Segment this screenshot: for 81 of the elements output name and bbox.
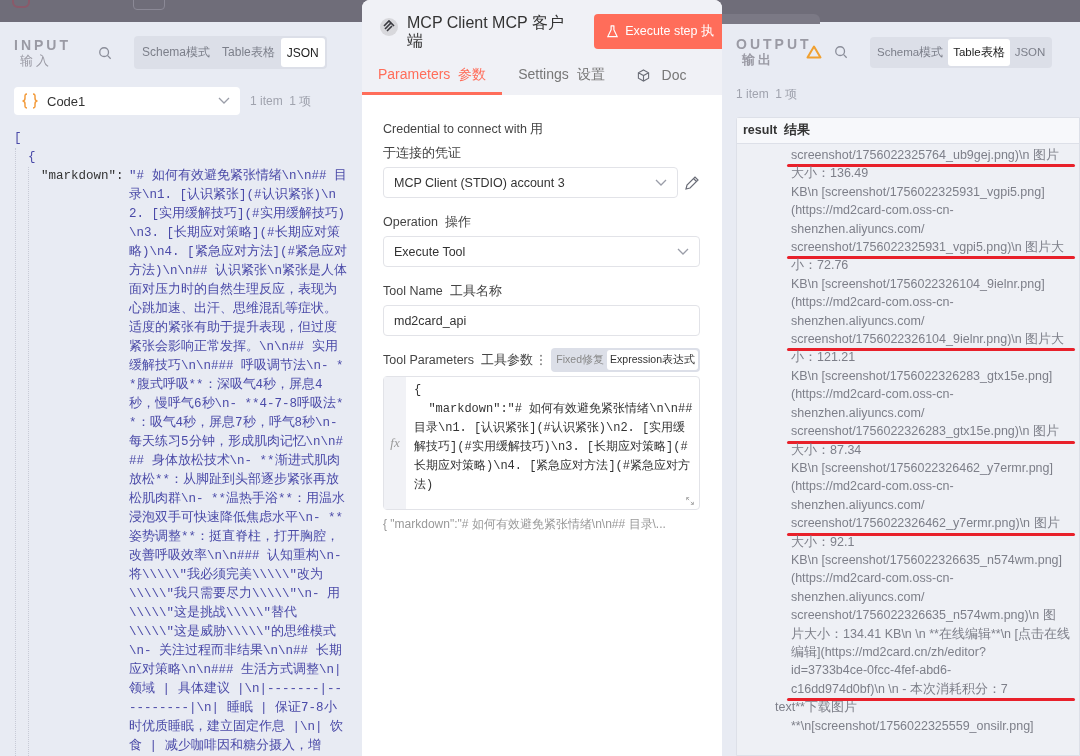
more-options-icon[interactable] — [539, 354, 544, 366]
result-text-line: id=3733b4ce-0fcc-4fef-abd6- — [791, 662, 952, 680]
result-text-line: KB\n [screenshot/1756022325931_vgpi5.png] — [791, 183, 1045, 201]
result-text-line: screenshot/1756022326635_n574wm.png)\n 图 — [791, 607, 1056, 625]
flask-icon — [606, 25, 620, 38]
result-text-line: (https://md2card-com.oss-cn- — [791, 294, 954, 312]
column-header: result 结果 — [743, 123, 810, 137]
node-tab[interactable]: Parameters 参数 — [362, 62, 503, 95]
node-tab[interactable]: Doc — [620, 62, 703, 95]
result-text-line: screenshot/1756022326283_gtx15e.png)\n 图片 — [791, 423, 1059, 441]
search-icon[interactable] — [834, 45, 848, 59]
node-tab[interactable]: Settings 设置 — [502, 62, 621, 95]
search-icon[interactable] — [98, 45, 112, 60]
cube-icon — [636, 68, 650, 82]
result-text-line: (https://md2card-com.oss-cn- — [791, 478, 954, 496]
view-tab[interactable]: Schema模式 — [136, 38, 217, 67]
panel-title: OUTPUT — [736, 36, 813, 52]
json-key: "markdown": — [41, 167, 129, 186]
result-text-line: (https://md2card-com.oss-cn- — [791, 386, 954, 404]
field-label: Tool Name 工具名称 — [383, 283, 503, 300]
code-line: { — [414, 382, 423, 399]
result-text-line: 大小：87.34 — [791, 441, 862, 459]
chevron-down-icon — [677, 247, 689, 256]
result-text-line: screenshot/1756022326104_9ielnr.png)\n 图片大 — [791, 331, 1065, 349]
field-label: Operation 操作 — [383, 214, 472, 231]
result-text-line: KB\n [screenshot/1756022326462_y7ermr.png] — [791, 459, 1053, 477]
result-key: text**下载图片 — [775, 698, 1079, 717]
view-tab[interactable]: JSON — [280, 38, 325, 67]
execute-step-button[interactable]: Execute step 执 — [594, 14, 722, 49]
view-tab[interactable]: Schema模式 — [872, 38, 949, 66]
json-bracket: [ — [14, 130, 22, 147]
result-text-line: shenzhen.aliyuncs.com/ — [791, 496, 925, 514]
view-tab[interactable]: JSON — [1009, 38, 1051, 66]
result-text-line: screenshot/1756022325931_vgpi5.png)\n 图片大 — [791, 239, 1065, 257]
node-title: MCP Client MCP 客户端 — [407, 14, 565, 50]
expression-marker: fx — [390, 435, 400, 451]
result-text-line: **\n[screenshot/1756022325559_onsilr.png] — [791, 717, 1035, 735]
result-text-line: shenzhen.aliyuncs.com/ — [791, 404, 925, 422]
json-brace: { — [28, 149, 36, 166]
pencil-icon[interactable] — [684, 174, 700, 191]
result-text-line: shenzhen.aliyuncs.com/ — [791, 588, 925, 606]
mode-tab[interactable]: Expression表达式 — [607, 350, 698, 370]
json-value: "# 如何有效避免紧张情绪\n\n## 目录\n1. [认识紧张](#认识紧张)\n2. [实用缓解技巧](#实用缓解技巧)\n3. [长期应对策略](#长期应对策略)\n4. [紧急应对方法](#紧急应对方法)\n\n## 认识紧张\n紧张是人体面对压力时的自然生理反应，表现为心跳加速、出汗、思维混乱等症状。适度的紧张有助于提升表现，但过度紧张会影响正常发挥。\n\n## 实用缓解技巧\n\n### 呼吸调节法\n- **腹式呼吸**：深吸气4秒，屏息4秒，慢呼气6秒\n- **4-7-8呼吸法**：吸气4秒，屏息7秒，呼气8秒\n- 每天练习5分钟，形成肌肉记忆\n\n### 身体放松技术\n- **渐进式肌肉放松**：从脚趾到头部逐步紧张再放松肌肉群\n- **温热手浴**：用温水浸泡双手可快速降低焦虑水平\n- **姿势调整**：挺直脊柱，打开胸腔，改善呼吸效率\n\n### 认知重构\n- 将\\\\\"我必须完美\\\\\"改为\\\\\"我只需要尽力\\\\\"\n- 用\\\\\"这是挑战\\\\\"替代\\\\\"这是威胁\\\\\"的思维模式\n- 关注过程而非结果\n\n## 长期应对策略\n\n### 生活方式调整\n| 领域 | 具体建议 |\n|-------|----------|\n| 睡眠 | 保证7-8小时优质睡眠，建立固定作息 |\n| 饮食 | 减少咖啡因和糖分摄入，增 — [129, 167, 348, 755]
result-text-line: KB\n [screenshot/1756022326104_9ielnr.png] — [791, 275, 1045, 293]
result-text-line: KB\n [screenshot/1756022326635_n574wm.png] — [791, 551, 1063, 569]
view-tab[interactable]: Table表格 — [216, 38, 281, 67]
field-label: Credential to connect with 用于连接的凭证 — [383, 121, 545, 162]
code-line: "markdown":"# 如何有效避免紧张情绪\n\n## 目录\n1. [认识紧张](#认识紧张)\n2. [实用缓解技巧](#实用缓解技巧)\n3. [长期应对策略](#长期应对策略)\n4. [紧急应对方法](#紧急应对方法) — [414, 401, 694, 494]
chevron-down-icon — [655, 178, 667, 187]
result-text-line: 编辑](https://md2card.cn/zh/editor? — [791, 643, 986, 661]
view-tab[interactable]: Table表格 — [948, 38, 1010, 66]
chevron-down-icon — [218, 97, 230, 105]
item-count: 1 item 1 项 — [736, 86, 799, 103]
mode-tab[interactable]: Fixed修复 — [553, 350, 608, 370]
node-logo-icon — [379, 17, 399, 37]
braces-icon — [21, 93, 39, 109]
result-text-line: 大小：136.49 — [791, 165, 869, 183]
result-text-line: shenzhen.aliyuncs.com/ — [791, 220, 925, 238]
result-text-line: 大小：92.1 — [791, 533, 855, 551]
result-text-line: (https://md2card-com.oss-cn- — [791, 202, 954, 220]
result-text-line: 片大小：134.41 KB\n \n **在线编辑**\n [点击在线 — [791, 625, 1070, 643]
result-text-line: KB\n [screenshot/1756022326283_gtx15e.png] — [791, 367, 1053, 385]
result-text-line: 小：121.21 — [791, 349, 856, 367]
text-field[interactable]: md2card_api — [383, 305, 700, 336]
panel-title: INPUT — [14, 36, 72, 53]
result-text-line: screenshot/1756022326462_y7ermr.png)\n 图片 — [791, 515, 1060, 533]
result-text-line: c16dd974d0bf)\n \n - 本次消耗积分：7 — [791, 680, 1008, 698]
result-text-line: 小：72.76 — [791, 257, 849, 275]
expand-icon[interactable] — [685, 496, 695, 506]
panel-subtitle: 输出 — [741, 52, 775, 68]
expression-preview: { "markdown":"# 如何有效避免紧张情绪\n\n## 目录\... — [383, 516, 667, 533]
select-field[interactable]: MCP Client (STDIO) account 3 — [383, 167, 678, 198]
panel-subtitle: 输入 — [19, 52, 53, 69]
result-text-line: shenzhen.aliyuncs.com/ — [791, 312, 925, 330]
source-dropdown[interactable]: Code1 — [14, 87, 240, 115]
expression-editor[interactable]: fx { "markdown":"# 如何有效避免紧张情绪\n\n## 目录\n1. [认识紧张](#认识紧张)\n2. [实用缓解技巧](#实用缓解技巧)\n3. [长期应对策略](#长期应对策略)\n4. [紧急应对方法](#紧急应对方法) — [383, 376, 700, 510]
field-label: Tool Parameters 工具参数 — [383, 352, 533, 369]
result-text-line: (https://md2card-com.oss-cn- — [791, 570, 954, 588]
select-field[interactable]: Execute Tool — [383, 236, 700, 267]
result-text-line: screenshot/1756022325764_ub9gej.png)\n 图片 — [791, 147, 1059, 164]
item-count: 1 item 1 项 — [250, 92, 312, 110]
